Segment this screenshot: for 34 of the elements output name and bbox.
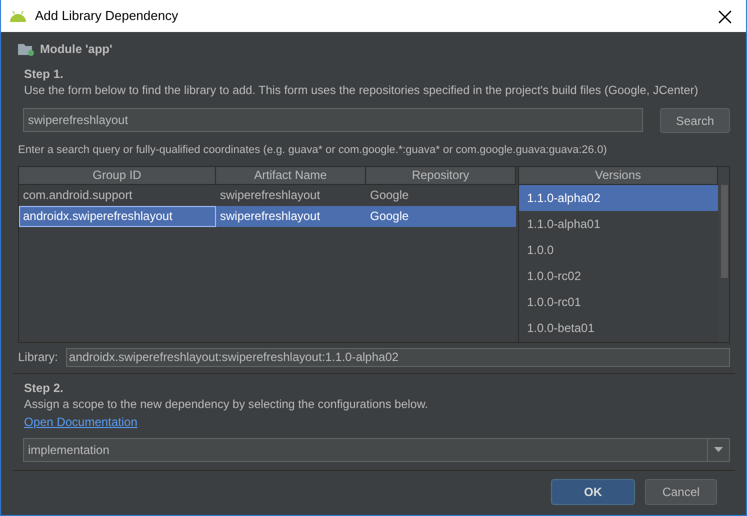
library-field[interactable]: androidx.swiperefreshlayout:swiperefreshlayout:1.1.0-alpha02 (66, 348, 730, 366)
column-header[interactable]: Group ID (19, 166, 216, 184)
column-header[interactable]: Repository (366, 166, 516, 184)
module-folder-icon (18, 42, 34, 56)
search-field[interactable]: swiperefreshlayout (23, 108, 643, 132)
table-cell[interactable]: androidx.swiperefreshlayout (19, 206, 216, 226)
search-button[interactable]: Search (660, 108, 730, 133)
search-hint: Enter a search query or fully-qualified coordinates (e.g. guava* or com.google.*:guava* or com.google.guava:guava:26.0) (18, 143, 608, 158)
table-cell[interactable]: swiperefreshlayout (216, 184, 366, 206)
library-label: Library: (18, 349, 58, 366)
version-item[interactable]: 1.1.0-alpha02 (519, 184, 718, 210)
version-item[interactable]: 1.0.0-beta01 (519, 314, 718, 340)
documentation-link[interactable]: Open Documentation (18, 414, 138, 428)
column-header[interactable]: Versions (519, 166, 718, 184)
version-item[interactable]: 1.1.0-alpha01 (519, 210, 718, 236)
table-cell[interactable]: com.android.support (19, 184, 216, 206)
step-description: Use the form below to find the library to add. This form uses the repositories specified in the project's build files (Google, JCenter) (23, 82, 700, 99)
table-cell[interactable]: Google (366, 184, 516, 206)
version-item[interactable]: 1.0.0-rc01 (519, 288, 718, 314)
cancel-button[interactable]: Cancel (645, 478, 717, 504)
version-item[interactable]: 1.0.0 (519, 236, 718, 262)
step-heading: Step 1. (23, 66, 64, 82)
scope-dropdown[interactable]: implementation (23, 438, 730, 462)
step-heading: Step 2. (23, 380, 64, 396)
ok-button[interactable]: OK (551, 478, 635, 504)
module-label: Module 'app' (40, 41, 112, 58)
table-cell[interactable]: swiperefreshlayout (216, 206, 366, 226)
version-item[interactable]: 1.0.0-rc02 (519, 262, 718, 288)
step-description: Assign a scope to the new dependency by selecting the configurations below. (23, 396, 429, 412)
table-cell[interactable]: Google (366, 206, 516, 226)
window-title: Add Library Dependency (35, 7, 180, 26)
android-icon (9, 10, 27, 22)
caret-icon (714, 447, 723, 452)
column-header[interactable]: Artifact Name (216, 166, 366, 184)
